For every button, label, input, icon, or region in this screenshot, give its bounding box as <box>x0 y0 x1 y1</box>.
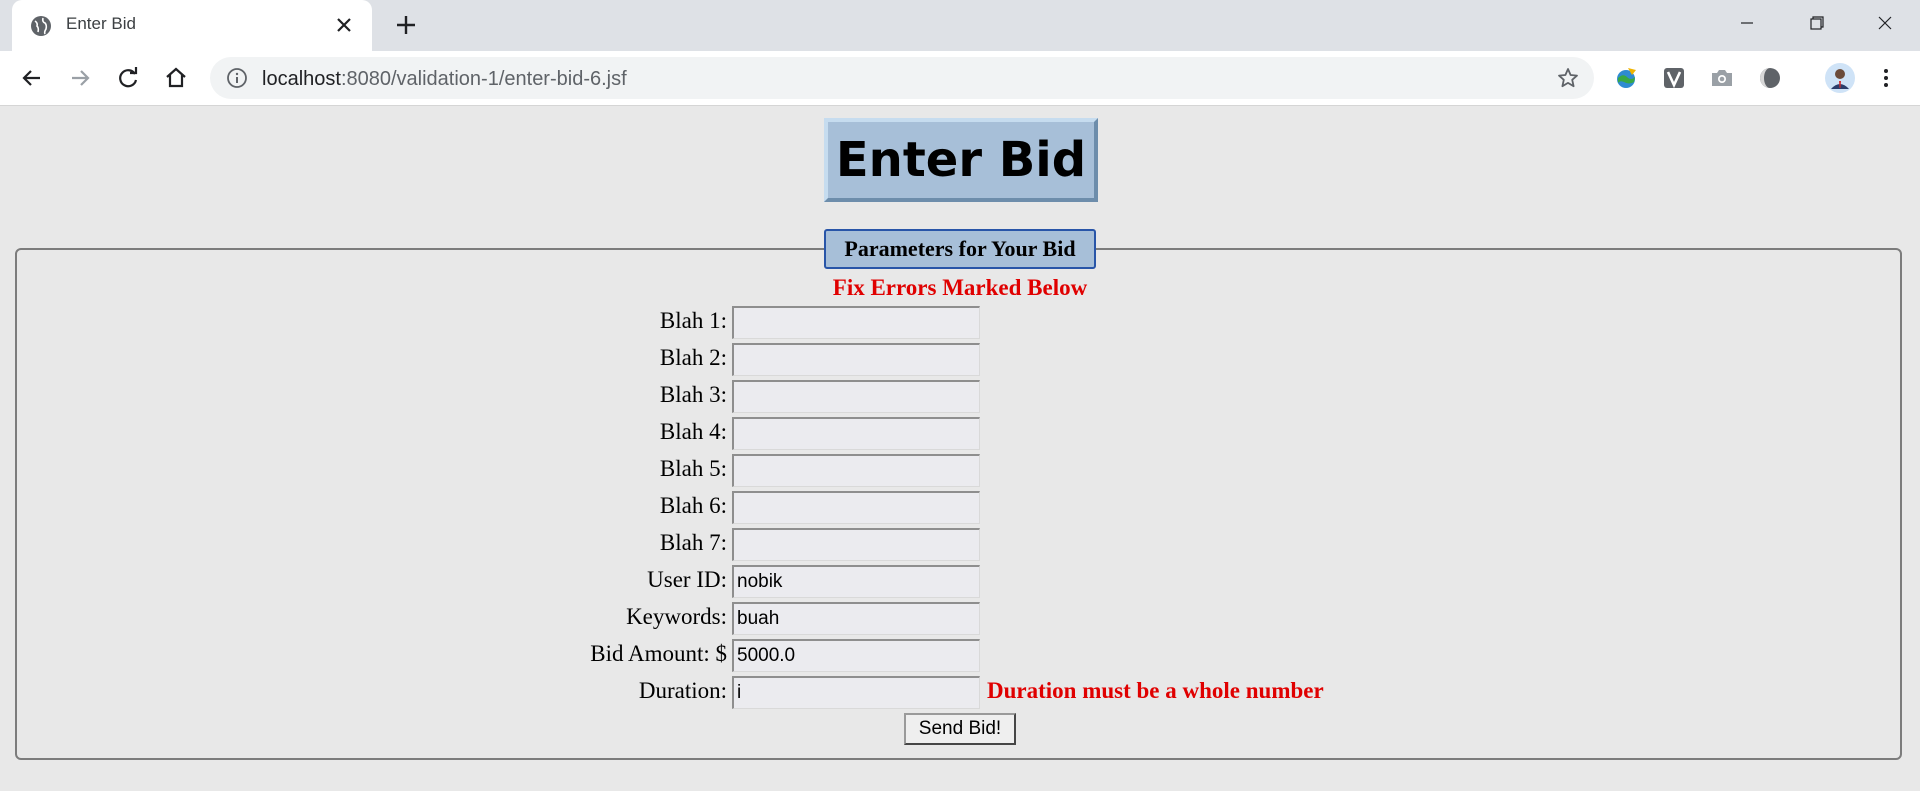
field-label-blah-6: Blah 6: <box>659 493 727 518</box>
url-path: :8080/validation-1/enter-bid-6.jsf <box>340 68 627 90</box>
back-icon[interactable] <box>18 64 46 92</box>
minimize-icon[interactable] <box>1724 8 1770 38</box>
blah-2-input[interactable] <box>732 343 980 376</box>
blah-7-input[interactable] <box>732 528 980 561</box>
info-icon[interactable] <box>226 67 248 89</box>
error-summary: Fix Errors Marked Below <box>832 275 1088 300</box>
field-label-blah-3: Blah 3: <box>659 382 727 407</box>
browser-tab[interactable]: Enter Bid <box>12 0 372 51</box>
send-bid-button[interactable]: Send Bid! <box>904 713 1016 745</box>
tab-strip: Enter Bid <box>0 0 1920 51</box>
field-label-bid-amount: Bid Amount: $ <box>590 641 727 666</box>
globe-icon <box>31 16 51 36</box>
field-label-keywords: Keywords: <box>626 604 727 629</box>
duration-input[interactable] <box>732 676 980 709</box>
url-text[interactable]: localhost:8080/validation-1/enter-bid-6.… <box>262 68 627 91</box>
blah-5-input[interactable] <box>732 454 980 487</box>
menu-icon[interactable] <box>1872 64 1900 92</box>
page-title: Enter Bid <box>835 132 1087 188</box>
star-icon[interactable] <box>1556 66 1580 90</box>
blah-3-input[interactable] <box>732 380 980 413</box>
extension-globe-icon[interactable] <box>1612 64 1640 92</box>
user-id-input[interactable] <box>732 565 980 598</box>
browser-toolbar: localhost:8080/validation-1/enter-bid-6.… <box>0 51 1920 106</box>
field-label-user-id: User ID: <box>647 567 727 592</box>
address-bar[interactable]: localhost:8080/validation-1/enter-bid-6.… <box>210 57 1594 99</box>
field-label-blah-2: Blah 2: <box>659 345 727 370</box>
close-icon[interactable] <box>334 15 354 35</box>
blah-1-input[interactable] <box>732 306 980 339</box>
blah-4-input[interactable] <box>732 417 980 450</box>
home-icon[interactable] <box>162 64 190 92</box>
reload-icon[interactable] <box>114 64 142 92</box>
tab-title: Enter Bid <box>66 14 136 33</box>
field-label-blah-4: Blah 4: <box>659 419 727 444</box>
camera-icon[interactable] <box>1708 64 1736 92</box>
forward-icon[interactable] <box>66 64 94 92</box>
field-label-blah-7: Blah 7: <box>659 530 727 555</box>
extension-circle-icon[interactable] <box>1756 64 1784 92</box>
extension-v-icon[interactable] <box>1660 64 1688 92</box>
plus-icon[interactable] <box>394 13 418 37</box>
blah-6-input[interactable] <box>732 491 980 524</box>
duration-error-message: Duration must be a whole number <box>987 678 1324 703</box>
page-title-box: Enter Bid <box>824 118 1098 202</box>
bid-amount-input[interactable] <box>732 639 980 672</box>
avatar[interactable] <box>1824 62 1856 94</box>
window-close-icon[interactable] <box>1862 8 1908 38</box>
keywords-input[interactable] <box>732 602 980 635</box>
restore-icon[interactable] <box>1794 8 1840 38</box>
field-label-blah-1: Blah 1: <box>659 308 727 333</box>
fieldset-legend: Parameters for Your Bid <box>824 229 1096 269</box>
url-host: localhost <box>262 68 341 90</box>
field-label-blah-5: Blah 5: <box>659 456 727 481</box>
field-label-duration: Duration: <box>638 678 727 703</box>
